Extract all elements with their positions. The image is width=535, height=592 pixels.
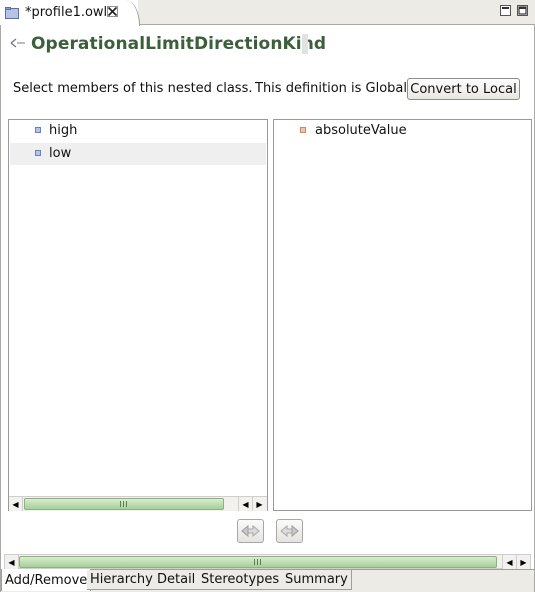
definition-scope-text: This definition is Global	[255, 81, 408, 96]
instruction-text: Select members of this nested class.	[13, 81, 253, 96]
available-members-list[interactable]: high low	[8, 119, 268, 511]
tab-add-remove[interactable]: Add/Remove	[1, 569, 92, 591]
move-right-button[interactable]	[276, 519, 303, 543]
member-bullet-icon	[35, 127, 41, 133]
tab-strip-background	[138, 0, 535, 25]
folder-icon	[5, 7, 19, 19]
title-separator	[302, 34, 308, 54]
selected-members-list[interactable]: absoluteValue	[273, 119, 532, 511]
member-bullet-icon	[35, 150, 41, 156]
editor-tab[interactable]: *profile1.owl	[0, 0, 140, 26]
tab-detail[interactable]: Detail	[154, 570, 200, 590]
move-left-button[interactable]	[237, 519, 264, 543]
scroll-left-arrow-icon[interactable]: ◀	[238, 497, 252, 511]
editor-tab-strip: *profile1.owl	[0, 0, 535, 26]
tab-summary[interactable]: Summary	[282, 570, 352, 590]
scroll-left-arrow-icon[interactable]: ◀	[5, 555, 19, 569]
convert-to-local-button[interactable]: Convert to Local	[407, 78, 520, 100]
grip-icon	[254, 559, 262, 565]
maximize-icon[interactable]	[517, 5, 528, 16]
tab-stereotypes[interactable]: Stereotypes	[198, 570, 284, 590]
attribute-bullet-icon	[300, 127, 306, 133]
scrollbar-thumb[interactable]	[24, 498, 224, 510]
scroll-right-arrow-icon[interactable]: ▶	[516, 555, 530, 569]
double-arrow-right-icon	[280, 525, 299, 537]
back-arrow-icon[interactable]	[10, 37, 26, 49]
close-icon[interactable]	[107, 6, 118, 17]
grip-icon	[120, 501, 128, 507]
scroll-right-arrow-icon[interactable]: ▶	[252, 497, 266, 511]
scroll-left-arrow-icon[interactable]: ◀	[502, 555, 516, 569]
double-arrow-left-icon	[241, 525, 260, 537]
list-item-label: high	[49, 123, 78, 138]
page-title: OperationalLimitDirectionKind	[31, 34, 327, 54]
scrollbar-thumb[interactable]	[19, 556, 497, 568]
minimize-icon[interactable]	[500, 5, 511, 16]
list-item-label: absoluteValue	[315, 123, 407, 138]
scroll-left-arrow-icon[interactable]: ◀	[9, 497, 23, 511]
editor-horizontal-scrollbar[interactable]: ◀ ◀ ▶	[4, 554, 531, 569]
page-tabs: Add/Remove Hierarchy Detail Stereotypes …	[1, 569, 534, 592]
editor-tab-label: *profile1.owl	[25, 5, 108, 20]
list-item-high[interactable]: high	[10, 120, 266, 142]
left-list-horizontal-scrollbar[interactable]: ◀ ◀ ▶	[9, 496, 267, 511]
list-item-label: low	[49, 146, 72, 161]
list-item-absolutevalue[interactable]: absoluteValue	[275, 120, 530, 142]
tab-hierarchy[interactable]: Hierarchy	[87, 570, 157, 590]
list-item-low[interactable]: low	[10, 143, 266, 165]
